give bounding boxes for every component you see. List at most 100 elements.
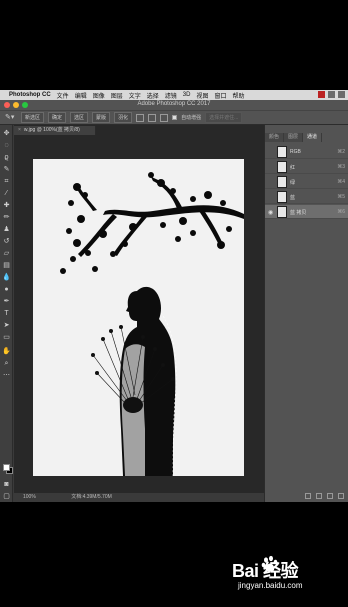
gradient-tool-icon[interactable]: ▤ [2, 261, 11, 270]
channel-name: 绿 [290, 180, 296, 186]
quick-selection-tool-icon[interactable]: ✎ [2, 165, 11, 174]
options-bar: ✎▾ 新选区 确定 选区 蒙版 羽化 自动增强 选择并遮住... [0, 110, 348, 125]
channel-shortcut: ⌘4 [337, 179, 345, 185]
document-area: × w.jpg @ 100%(蓝 拷贝/8) 100% 文档:4.39M/5.7… [14, 125, 264, 502]
new-channel-icon[interactable] [327, 493, 333, 499]
menu-window[interactable]: 窗口 [214, 91, 226, 100]
more-tools-icon[interactable]: ⋯ [2, 371, 11, 380]
subtract-mode-icon[interactable] [148, 113, 157, 122]
clone-stamp-icon[interactable]: ♟ [2, 225, 11, 234]
crop-tool-icon[interactable]: ⌗ [2, 177, 11, 186]
mac-menubar: Photoshop CC 文件 编辑 图像 图层 文字 选择 滤镜 3D 视图 … [0, 90, 348, 100]
channel-row-green[interactable]: 绿 ⌘4 [265, 175, 348, 189]
channel-shortcut: ⌘2 [337, 149, 345, 155]
screen-mode-icon[interactable]: ▢ [2, 492, 11, 501]
channel-thumbnail [277, 191, 287, 203]
tab-channels[interactable]: 通道 [303, 133, 323, 142]
document-tab[interactable]: × w.jpg @ 100%(蓝 拷贝/8) [14, 126, 96, 135]
window-title: Adobe Photoshop CC 2017 [137, 101, 211, 107]
channel-thumbnail [277, 146, 287, 158]
add-mode-icon[interactable] [160, 113, 169, 122]
document-status-bar: 100% 文档:4.39M/5.70M [14, 493, 264, 502]
type-tool-icon[interactable]: T [2, 309, 11, 318]
quick-mask-icon[interactable]: ◙ [2, 480, 11, 489]
options-button-3[interactable]: 蒙版 [92, 112, 111, 123]
channel-name: 蓝 [290, 195, 296, 201]
menu-file[interactable]: 文件 [57, 91, 69, 100]
channel-thumbnail [277, 161, 287, 173]
rectangle-tool-icon[interactable]: ▭ [2, 333, 11, 342]
status-icon[interactable] [328, 91, 335, 98]
hand-tool-icon[interactable]: ✋ [2, 347, 11, 356]
zoom-tool-icon[interactable]: ⌕ [2, 359, 11, 368]
quick-selection-tool-icon[interactable]: ✎▾ [5, 113, 17, 122]
channel-shortcut: ⌘5 [337, 194, 345, 200]
select-and-mask-button[interactable]: 选择并遮住... [205, 112, 243, 123]
channel-shortcut: ⌘6 [337, 209, 345, 215]
menu-help[interactable]: 帮助 [232, 91, 244, 100]
channel-row-rgb[interactable]: RGB ⌘2 [265, 145, 348, 159]
video-frame: Photoshop CC 文件 编辑 图像 图层 文字 选择 滤镜 3D 视图 … [0, 0, 348, 607]
menu-3d[interactable]: 3D [183, 92, 191, 98]
menu-select[interactable]: 选择 [147, 91, 159, 100]
status-icon[interactable] [338, 91, 345, 98]
channels-panel: 颜色 图层 通道 RGB ⌘2 红 ⌘3 绿 ⌘4 蓝 ⌘5 ◉ 蓝 拷贝 ⌘6 [264, 125, 348, 502]
channel-row-red[interactable]: 红 ⌘3 [265, 160, 348, 174]
baidu-jingyan-watermark: Bai 经验 jingyan.baidu.com [230, 555, 340, 600]
foreground-color-swatch[interactable] [3, 464, 10, 471]
tools-panel: ✥ ◌ ϱ ✎ ⌗ ⁄ ✚ ✏ ♟ ↺ ▱ ▤ 💧 ● ✒ T ➤ ▭ ✋ ⌕ … [0, 125, 13, 502]
eyedropper-tool-icon[interactable]: ⁄ [2, 189, 11, 198]
image-canvas[interactable] [33, 159, 244, 476]
brush-size-icon[interactable] [136, 113, 145, 122]
menu-layer[interactable]: 图层 [111, 91, 123, 100]
blur-tool-icon[interactable]: 💧 [2, 273, 11, 282]
menu-image[interactable]: 图像 [93, 91, 105, 100]
dodge-tool-icon[interactable]: ● [2, 285, 11, 294]
delete-channel-icon[interactable] [338, 493, 344, 499]
document-tab-label: w.jpg @ 100%(蓝 拷贝/8) [23, 127, 80, 133]
auto-enhance-checkbox[interactable] [172, 115, 178, 120]
tab-layers[interactable]: 图层 [284, 133, 304, 142]
options-button-2[interactable]: 选区 [70, 112, 89, 123]
panel-footer [305, 493, 344, 499]
move-tool-icon[interactable]: ✥ [2, 129, 11, 138]
close-tab-icon[interactable]: × [18, 127, 21, 133]
save-selection-icon[interactable] [316, 493, 322, 499]
healing-brush-icon[interactable]: ✚ [2, 201, 11, 210]
menu-filter[interactable]: 滤镜 [165, 91, 177, 100]
marquee-tool-icon[interactable]: ◌ [2, 141, 11, 150]
brush-tool-icon[interactable]: ✏ [2, 213, 11, 222]
zoom-level[interactable]: 100% [23, 494, 36, 500]
channel-row-blue-copy[interactable]: ◉ 蓝 拷贝 ⌘6 [265, 205, 348, 219]
channel-name: RGB [290, 149, 301, 155]
channel-name: 红 [290, 165, 296, 171]
path-selection-icon[interactable]: ➤ [2, 321, 11, 330]
channel-shortcut: ⌘3 [337, 164, 345, 170]
panel-tabs: 颜色 图层 通道 [265, 133, 348, 142]
edited-photo-image [33, 159, 244, 476]
lasso-tool-icon[interactable]: ϱ [2, 153, 11, 162]
history-brush-icon[interactable]: ↺ [2, 237, 11, 246]
watermark-url: jingyan.baidu.com [238, 581, 303, 590]
options-button-4[interactable]: 羽化 [114, 112, 133, 123]
load-selection-icon[interactable] [305, 493, 311, 499]
eraser-tool-icon[interactable]: ▱ [2, 249, 11, 258]
window-titlebar: Adobe Photoshop CC 2017 [0, 100, 348, 110]
menu-edit[interactable]: 编辑 [75, 91, 87, 100]
menu-view[interactable]: 视图 [196, 91, 208, 100]
auto-enhance-label: 自动增强 [181, 115, 202, 121]
channel-name: 蓝 拷贝 [290, 210, 307, 216]
tab-color[interactable]: 颜色 [265, 133, 285, 142]
options-button-1[interactable]: 确定 [48, 112, 67, 123]
channel-row-blue[interactable]: 蓝 ⌘5 [265, 190, 348, 204]
menu-app-name[interactable]: Photoshop CC [9, 92, 51, 98]
channel-thumbnail [277, 206, 287, 218]
selection-mode-dropdown[interactable]: 新选区 [21, 112, 45, 123]
visibility-eye-icon[interactable]: ◉ [268, 209, 273, 216]
pen-tool-icon[interactable]: ✒ [2, 297, 11, 306]
menu-type[interactable]: 文字 [129, 91, 141, 100]
document-size: 文档:4.39M/5.70M [71, 494, 112, 500]
status-icon[interactable] [318, 91, 325, 98]
menubar-status-icons [318, 91, 345, 98]
baidu-paw-icon [261, 555, 278, 572]
